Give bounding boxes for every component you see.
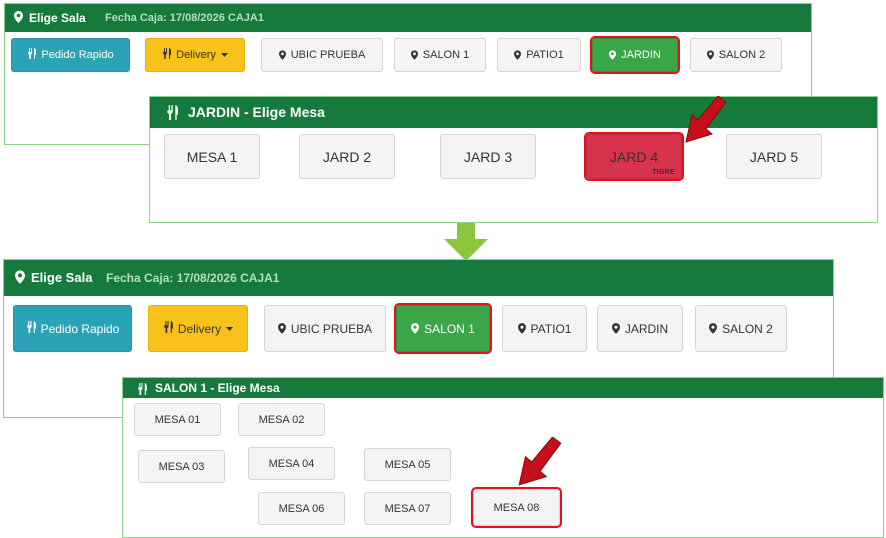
- jardin-mesa-header: JARDIN - Elige Mesa: [150, 97, 877, 128]
- sala-label: SALON 1: [424, 321, 475, 336]
- mesa-label: JARD 4: [609, 148, 659, 165]
- mesa-label: MESA 06: [278, 502, 325, 515]
- mesa-label: JARD 3: [463, 148, 513, 165]
- sala-salon1-button[interactable]: SALON 1: [394, 38, 486, 72]
- mesa-button[interactable]: MESA 06: [258, 492, 345, 525]
- sala-ubic-prueba-button[interactable]: UBIC PRUEBA: [261, 38, 383, 72]
- fecha-caja: Fecha Caja: 17/08/2026 CAJA1: [105, 12, 264, 24]
- map-pin-icon: [611, 323, 620, 334]
- mesa-label: MESA 02: [258, 413, 305, 426]
- map-pin-icon: [514, 50, 522, 60]
- pedido-rapido-label: Pedido Rapido: [40, 321, 120, 336]
- map-pin-icon: [15, 270, 25, 284]
- header-title: Elige Sala: [31, 270, 93, 285]
- mesa-button[interactable]: MESA 01: [134, 403, 221, 436]
- sala-label: SALON 2: [718, 49, 766, 61]
- pedido-rapido-button[interactable]: Pedido Rapido: [11, 38, 130, 72]
- sala-salon2-button[interactable]: SALON 2: [690, 38, 782, 72]
- mesa-button[interactable]: MESA 07: [364, 492, 451, 525]
- mesa-button[interactable]: MESA 04: [248, 447, 335, 480]
- map-pin-icon: [609, 50, 617, 60]
- mesa-button[interactable]: MESA 03: [138, 450, 225, 483]
- mesa-button[interactable]: JARD 5: [726, 134, 822, 179]
- mesa-label: MESA 05: [384, 458, 431, 471]
- cutlery-icon: [27, 48, 37, 62]
- map-pin-icon: [706, 50, 714, 60]
- fecha-caja: Fecha Caja: 17/08/2026 CAJA1: [106, 271, 280, 285]
- pedido-rapido-button[interactable]: Pedido Rapido: [13, 305, 132, 352]
- mesa-label: MESA 08: [493, 501, 540, 514]
- jardin-mesa-panel: JARDIN - Elige Mesa MESA 1 JARD 2 JARD 3…: [149, 96, 878, 223]
- mesa-button[interactable]: MESA 1: [164, 134, 260, 179]
- cutlery-icon: [166, 105, 178, 125]
- mesa-label: MESA 1: [186, 148, 238, 165]
- red-arrow-icon: [518, 437, 562, 486]
- down-arrow-icon: [444, 223, 488, 261]
- bottom-sala-header: Elige Sala Fecha Caja: 17/08/2026 CAJA1: [4, 260, 833, 296]
- delivery-label: Delivery: [176, 49, 216, 61]
- sala-patio1-button[interactable]: PATIO1: [502, 305, 587, 352]
- cutlery-icon: [25, 321, 36, 336]
- caret-down-icon: [226, 326, 234, 331]
- sala-label: JARDIN: [621, 49, 661, 61]
- top-sala-header: Elige Sala Fecha Caja: 17/08/2026 CAJA1: [5, 4, 811, 32]
- sala-jardin-button[interactable]: JARDIN: [590, 36, 680, 74]
- red-arrow-icon: [685, 96, 727, 143]
- sala-label: PATIO1: [530, 321, 572, 336]
- delivery-dropdown[interactable]: Delivery: [148, 305, 248, 352]
- mesa-button[interactable]: JARD 3: [440, 134, 536, 179]
- mesa-button-selected[interactable]: MESA 08: [471, 487, 562, 528]
- mesa-button-occupied[interactable]: JARD 4 TIGRE: [584, 132, 684, 181]
- waiter-badge: TIGRE: [652, 169, 675, 176]
- map-pin-icon: [410, 50, 418, 60]
- pedido-rapido-label: Pedido Rapido: [41, 49, 114, 61]
- sala-label: SALON 1: [422, 49, 470, 61]
- cutlery-icon: [137, 382, 147, 400]
- sala-label: PATIO1: [526, 49, 564, 61]
- cutlery-icon: [162, 48, 172, 62]
- mesa-label: MESA 04: [268, 457, 315, 470]
- sala-label: JARDIN: [624, 321, 669, 336]
- delivery-dropdown[interactable]: Delivery: [145, 38, 245, 72]
- caret-down-icon: [220, 53, 228, 57]
- sala-label: UBIC PRUEBA: [290, 321, 373, 336]
- map-pin-icon: [277, 323, 286, 334]
- map-pin-icon: [709, 323, 718, 334]
- sala-ubic-prueba-button[interactable]: UBIC PRUEBA: [264, 305, 386, 352]
- mesa-panel-title: JARDIN - Elige Mesa: [188, 104, 325, 120]
- header-title: Elige Sala: [29, 11, 86, 25]
- salon1-mesa-header: SALON 1 - Elige Mesa: [123, 378, 883, 398]
- mesa-label: MESA 01: [154, 413, 201, 426]
- delivery-label: Delivery: [177, 321, 222, 336]
- mesa-button[interactable]: MESA 05: [364, 448, 451, 481]
- sala-label: SALON 2: [722, 321, 773, 336]
- map-pin-icon: [411, 323, 420, 334]
- mesa-label: MESA 03: [158, 460, 205, 473]
- map-pin-icon: [278, 50, 286, 60]
- mesa-label: JARD 5: [749, 148, 799, 165]
- mesa-button[interactable]: MESA 02: [238, 403, 325, 436]
- map-pin-icon: [14, 11, 23, 23]
- sala-salon1-button[interactable]: SALON 1: [394, 303, 492, 354]
- mesa-label: JARD 2: [322, 148, 372, 165]
- cutlery-icon: [162, 321, 173, 336]
- sala-jardin-button[interactable]: JARDIN: [597, 305, 683, 352]
- sala-patio1-button[interactable]: PATIO1: [497, 38, 581, 72]
- map-pin-icon: [517, 323, 526, 334]
- mesa-panel-title: SALON 1 - Elige Mesa: [155, 381, 280, 395]
- mesa-label: MESA 07: [384, 502, 431, 515]
- mesa-button[interactable]: JARD 2: [299, 134, 395, 179]
- sala-label: UBIC PRUEBA: [290, 49, 366, 61]
- salon1-mesa-panel: SALON 1 - Elige Mesa MESA 01 MESA 02 MES…: [122, 377, 884, 538]
- sala-salon2-button[interactable]: SALON 2: [695, 305, 787, 352]
